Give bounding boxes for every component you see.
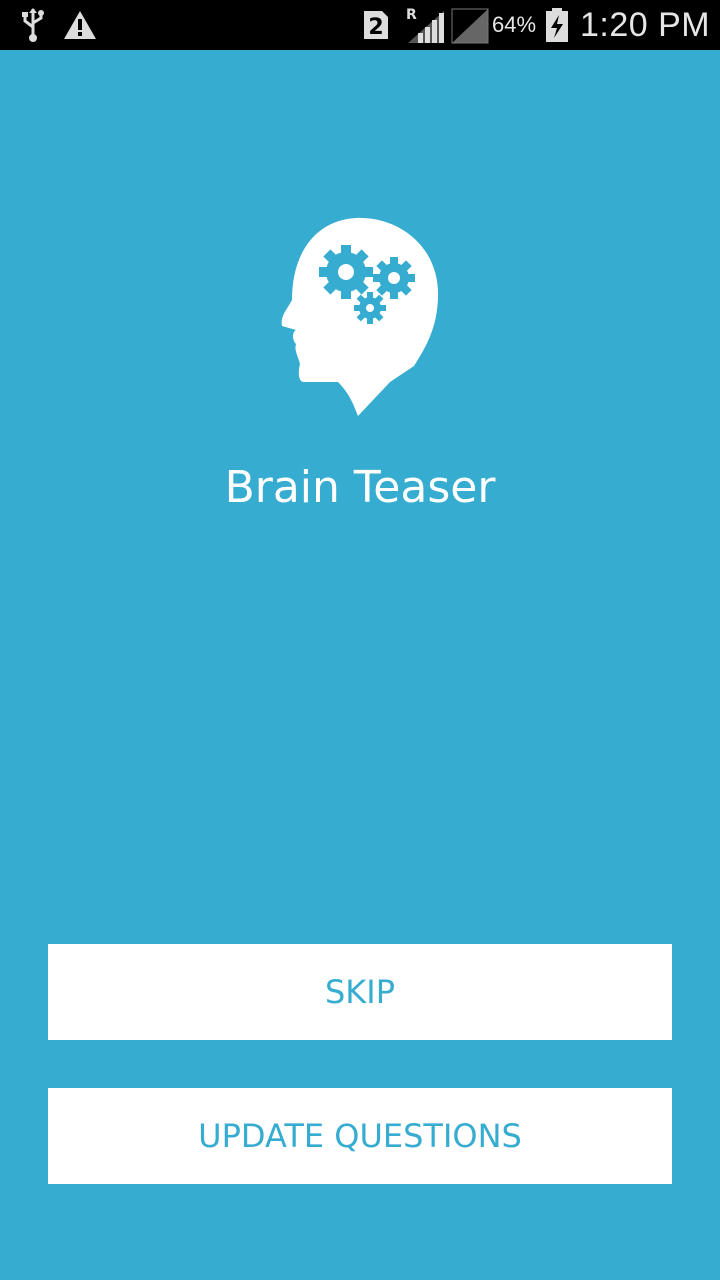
usb-icon xyxy=(18,0,48,50)
signal-icon: R xyxy=(404,0,448,50)
alert-icon xyxy=(62,0,98,50)
status-bar: 2 R 64% 1:20 PM xyxy=(0,0,720,50)
sim-slot-number: 2 xyxy=(368,15,383,40)
battery-charging-icon xyxy=(544,0,570,50)
head-gears-icon xyxy=(278,216,442,420)
sim-icon: 2 xyxy=(362,0,390,50)
app-title: Brain Teaser xyxy=(224,462,496,513)
signal-icon xyxy=(450,0,490,50)
clock: 1:20 PM xyxy=(580,5,711,44)
update-questions-button[interactable]: UPDATE QUESTIONS xyxy=(48,1088,672,1184)
battery-percent: 64% xyxy=(492,12,537,37)
roaming-indicator: R xyxy=(406,7,417,23)
skip-button[interactable]: SKIP xyxy=(48,944,672,1040)
